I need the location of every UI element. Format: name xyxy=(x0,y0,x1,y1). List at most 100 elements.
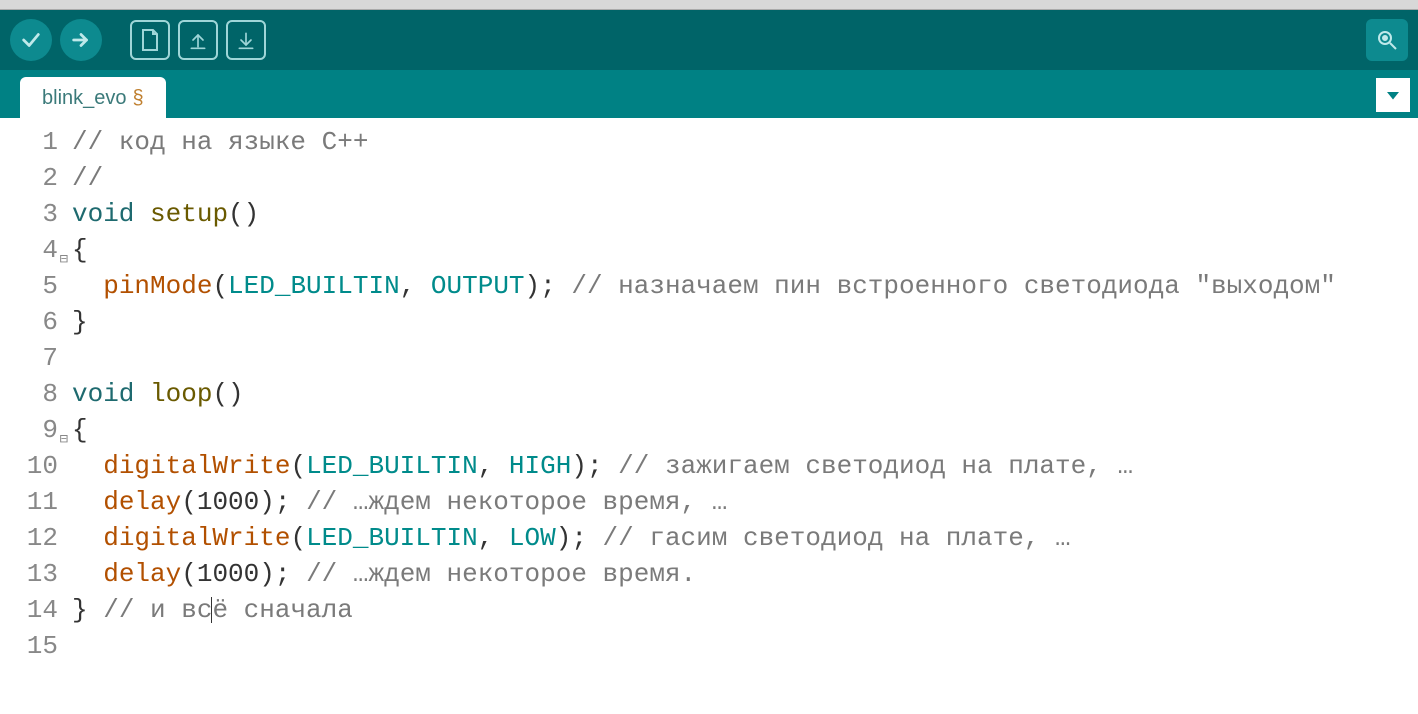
code-token xyxy=(134,199,150,229)
code-line[interactable]: // код на языке C++ xyxy=(72,124,1336,160)
code-editor[interactable]: 1234⊟56789⊟101112131415 // код на языке … xyxy=(0,118,1418,664)
code-token: ё сначала xyxy=(212,595,352,625)
code-token: ( xyxy=(181,559,197,589)
tab-bar: blink_evo § xyxy=(0,70,1418,118)
line-number: 3 xyxy=(0,196,58,232)
code-token: // зажигаем светодиод на плате, … xyxy=(618,451,1133,481)
code-token: , xyxy=(478,523,509,553)
window-titlebar xyxy=(0,0,1418,10)
code-token: OUTPUT xyxy=(431,271,525,301)
code-token: digitalWrite xyxy=(103,523,290,553)
code-token: loop xyxy=(150,379,212,409)
serial-monitor-button[interactable] xyxy=(1366,19,1408,61)
code-token: void xyxy=(72,379,134,409)
tab-modified-marker: § xyxy=(133,87,144,110)
line-number: 12 xyxy=(0,520,58,556)
line-number: 1 xyxy=(0,124,58,160)
code-area[interactable]: // код на языке C++//void setup(){ pinMo… xyxy=(64,124,1336,664)
code-token: LED_BUILTIN xyxy=(306,523,478,553)
code-token: HIGH xyxy=(509,451,571,481)
file-icon xyxy=(140,28,160,52)
line-number: 13 xyxy=(0,556,58,592)
code-token: ); xyxy=(571,451,618,481)
code-line[interactable]: digitalWrite(LED_BUILTIN, LOW); // гасим… xyxy=(72,520,1336,556)
code-token: void xyxy=(72,199,134,229)
code-line[interactable] xyxy=(72,340,1336,376)
code-token: digitalWrite xyxy=(103,451,290,481)
code-line[interactable] xyxy=(72,628,1336,664)
code-token: } xyxy=(72,307,88,337)
open-sketch-button[interactable] xyxy=(178,20,218,60)
code-token: // код на языке C++ xyxy=(72,127,368,157)
arrow-down-icon xyxy=(236,30,256,50)
sketch-tab[interactable]: blink_evo § xyxy=(20,77,166,118)
tab-title: blink_evo xyxy=(42,87,127,110)
code-token: delay xyxy=(103,487,181,517)
line-number: 7 xyxy=(0,340,58,376)
fold-toggle-icon[interactable]: ⊟ xyxy=(60,422,68,458)
code-token: // …ждем некоторое время, … xyxy=(306,487,727,517)
code-token: ( xyxy=(212,271,228,301)
code-token: () xyxy=(212,379,243,409)
code-token: { xyxy=(72,415,88,445)
code-token: 1000 xyxy=(197,559,259,589)
code-token: () xyxy=(228,199,259,229)
code-token: LOW xyxy=(509,523,556,553)
code-token xyxy=(72,487,103,517)
code-token: // и вс xyxy=(103,595,212,625)
code-token xyxy=(72,271,103,301)
line-number: 4⊟ xyxy=(0,232,58,268)
code-token: // гасим светодиод на плате, … xyxy=(603,523,1071,553)
code-token: , xyxy=(478,451,509,481)
code-token: { xyxy=(72,235,88,265)
save-sketch-button[interactable] xyxy=(226,20,266,60)
code-token xyxy=(134,379,150,409)
code-line[interactable]: digitalWrite(LED_BUILTIN, HIGH); // зажи… xyxy=(72,448,1336,484)
serial-monitor-icon xyxy=(1375,28,1399,52)
code-token xyxy=(72,451,103,481)
code-token: 1000 xyxy=(197,487,259,517)
line-number: 10 xyxy=(0,448,58,484)
code-token: delay xyxy=(103,559,181,589)
check-icon xyxy=(20,29,42,51)
code-line[interactable]: pinMode(LED_BUILTIN, OUTPUT); // назнача… xyxy=(72,268,1336,304)
chevron-down-icon xyxy=(1384,86,1402,104)
arrow-up-icon xyxy=(188,30,208,50)
line-number-gutter: 1234⊟56789⊟101112131415 xyxy=(0,124,64,664)
code-line[interactable]: void loop() xyxy=(72,376,1336,412)
code-token: LED_BUILTIN xyxy=(306,451,478,481)
code-token: // xyxy=(72,163,103,193)
code-line[interactable]: // xyxy=(72,160,1336,196)
code-token: ); xyxy=(525,271,572,301)
code-token: , xyxy=(400,271,431,301)
new-sketch-button[interactable] xyxy=(130,20,170,60)
code-line[interactable]: { xyxy=(72,232,1336,268)
code-line[interactable]: } xyxy=(72,304,1336,340)
upload-button[interactable] xyxy=(60,19,102,61)
arrow-right-icon xyxy=(70,29,92,51)
line-number: 5 xyxy=(0,268,58,304)
line-number: 8 xyxy=(0,376,58,412)
code-token xyxy=(72,523,103,553)
code-token: setup xyxy=(150,199,228,229)
code-token: } xyxy=(72,595,103,625)
code-line[interactable]: void setup() xyxy=(72,196,1336,232)
code-token: LED_BUILTIN xyxy=(228,271,400,301)
code-token: ); xyxy=(259,487,306,517)
tab-menu-button[interactable] xyxy=(1376,78,1410,112)
line-number: 14 xyxy=(0,592,58,628)
line-number: 11 xyxy=(0,484,58,520)
line-number: 6 xyxy=(0,304,58,340)
code-token: // …ждем некоторое время. xyxy=(306,559,696,589)
code-token: ); xyxy=(556,523,603,553)
code-line[interactable]: delay(1000); // …ждем некоторое время. xyxy=(72,556,1336,592)
code-token: ( xyxy=(290,523,306,553)
verify-button[interactable] xyxy=(10,19,52,61)
line-number: 2 xyxy=(0,160,58,196)
code-line[interactable]: { xyxy=(72,412,1336,448)
code-line[interactable]: } // и всё сначала xyxy=(72,592,1336,628)
fold-toggle-icon[interactable]: ⊟ xyxy=(60,242,68,278)
code-token: // назначаем пин встроенного светодиода … xyxy=(571,271,1336,301)
code-line[interactable]: delay(1000); // …ждем некоторое время, … xyxy=(72,484,1336,520)
toolbar xyxy=(0,10,1418,70)
